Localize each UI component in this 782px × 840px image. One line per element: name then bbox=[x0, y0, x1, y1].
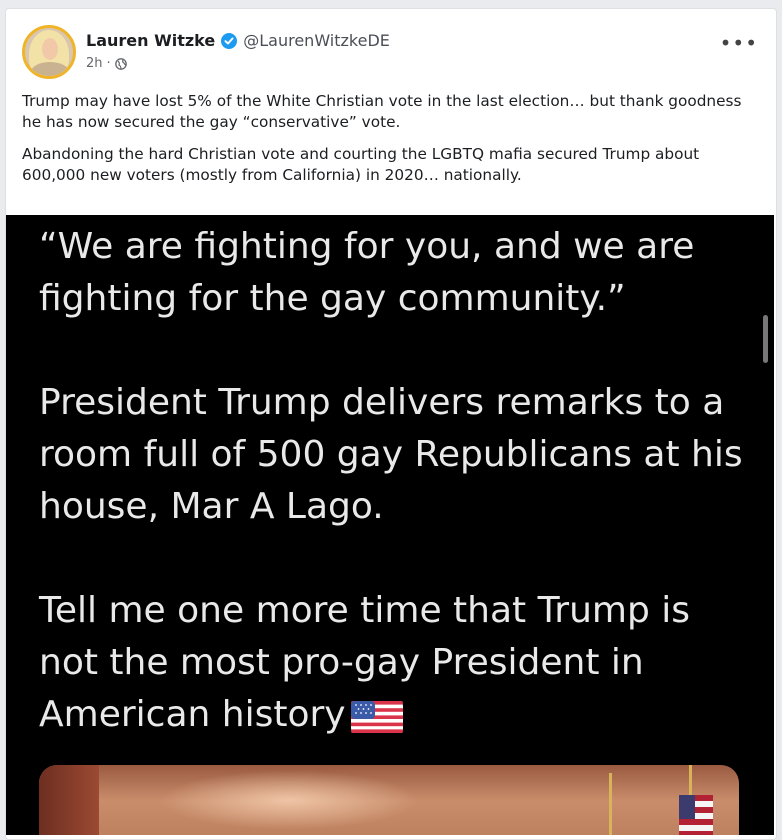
post-meta: 2h · bbox=[86, 56, 127, 71]
post-body: Trump may have lost 5% of the White Chri… bbox=[22, 91, 752, 197]
photo-flagpole bbox=[609, 773, 612, 835]
post-paragraph: Abandoning the hard Christian vote and c… bbox=[22, 145, 700, 184]
image-remark: Tell me one more time that Trump is not … bbox=[39, 585, 759, 741]
post-paragraph: Trump may have lost 5% of the White Chri… bbox=[22, 92, 742, 131]
image-scrollbar[interactable] bbox=[763, 315, 768, 363]
author-row: Lauren Witzke @LaurenWitzkeDE bbox=[86, 31, 390, 50]
avatar-body bbox=[31, 62, 69, 76]
photo-flag bbox=[679, 795, 713, 835]
verified-badge-icon bbox=[221, 32, 238, 49]
author-avatar[interactable] bbox=[22, 25, 76, 79]
us-flag-icon bbox=[350, 698, 404, 734]
photo-curtain bbox=[39, 765, 99, 835]
globe-icon bbox=[114, 57, 127, 70]
embedded-photo bbox=[39, 765, 739, 835]
more-options-button[interactable]: ••• bbox=[720, 31, 758, 55]
author-name[interactable]: Lauren Witzke bbox=[86, 31, 215, 50]
post-card: Lauren Witzke @LaurenWitzkeDE 2h · ••• T… bbox=[5, 8, 777, 840]
image-text: “We are fighting for you, and we are fig… bbox=[39, 221, 759, 793]
avatar-face bbox=[42, 38, 58, 60]
post-time[interactable]: 2h bbox=[86, 56, 103, 71]
image-caption: President Trump delivers remarks to a ro… bbox=[39, 382, 743, 527]
author-handle[interactable]: @LaurenWitzkeDE bbox=[243, 31, 390, 50]
image-quote: “We are fighting for you, and we are fig… bbox=[39, 226, 695, 319]
attached-image[interactable]: “We are fighting for you, and we are fig… bbox=[6, 215, 774, 835]
meta-separator: · bbox=[106, 56, 111, 71]
photo-light bbox=[159, 770, 419, 830]
